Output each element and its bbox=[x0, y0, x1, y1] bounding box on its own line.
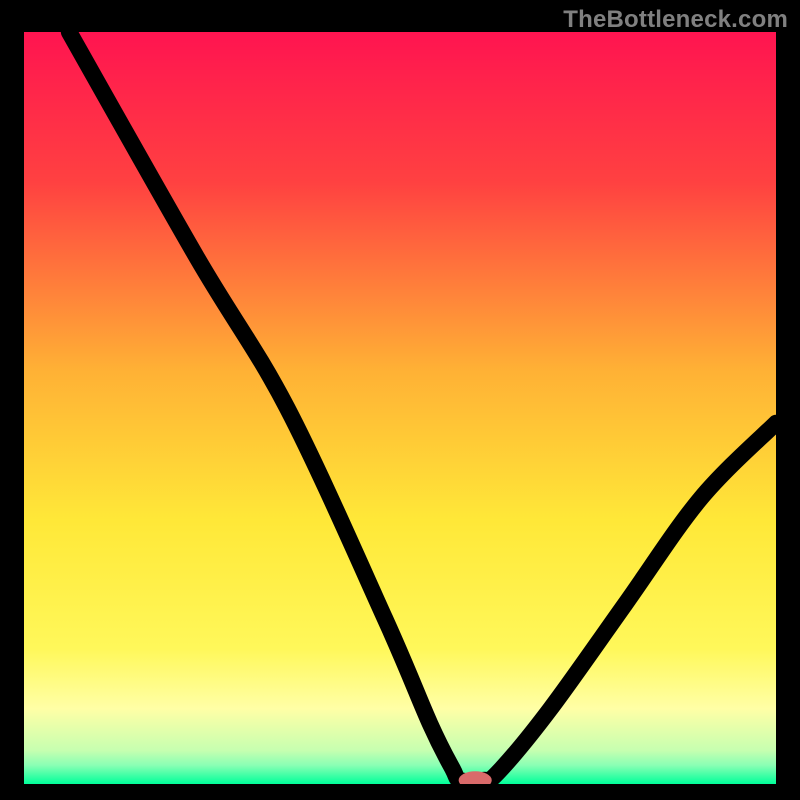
chart-svg bbox=[24, 32, 776, 784]
chart-frame: TheBottleneck.com bbox=[0, 0, 800, 800]
watermark-text: TheBottleneck.com bbox=[563, 6, 788, 34]
plot-area bbox=[24, 32, 776, 784]
